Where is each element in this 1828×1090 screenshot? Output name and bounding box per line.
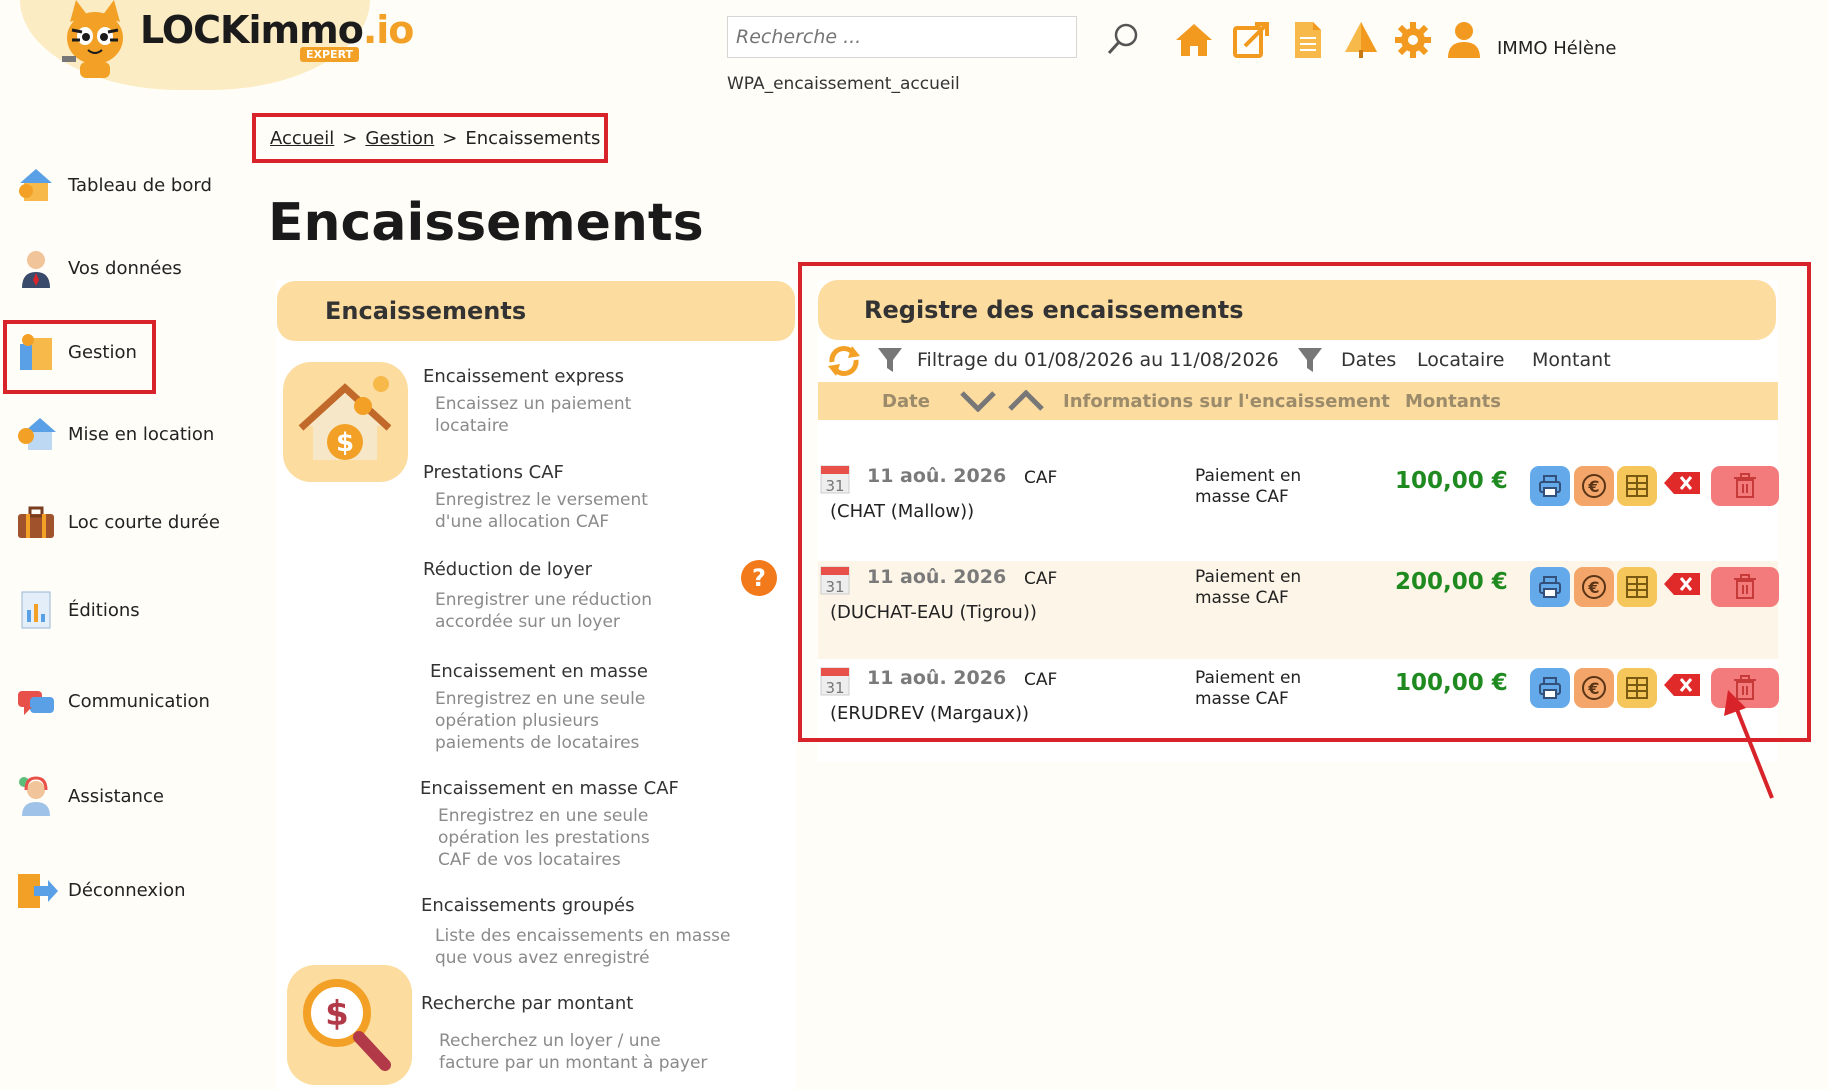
sidebar-item-label: Loc courte durée bbox=[68, 511, 220, 533]
suitcase-icon bbox=[18, 506, 54, 538]
sidebar-item-deconnexion[interactable]: Déconnexion bbox=[14, 868, 186, 912]
option-description: CAF de vos locataires bbox=[438, 850, 621, 870]
user-name[interactable]: IMMO Hélène bbox=[1497, 38, 1616, 59]
option-title[interactable]: Encaissement en masse bbox=[430, 661, 648, 682]
rental-icon bbox=[18, 418, 56, 450]
option-description: paiements de locataires bbox=[435, 733, 640, 753]
option-reduction-de-loyer[interactable]: Réduction de loyer Enregistrer une réduc… bbox=[423, 559, 652, 633]
breadcrumb-separator: > bbox=[442, 127, 458, 149]
option-title[interactable]: Prestations CAF bbox=[423, 462, 648, 483]
red-arrow-annotation bbox=[1724, 690, 1774, 799]
sidebar-item-label: Déconnexion bbox=[68, 879, 186, 901]
option-recherche-par-montant[interactable]: Recherche par montant Recherchez un loye… bbox=[421, 993, 707, 1074]
option-title[interactable]: Encaissement en masse CAF bbox=[420, 778, 679, 799]
option-description: facture par un montant à payer bbox=[439, 1053, 708, 1073]
logo-expert-badge: EXPERT bbox=[300, 47, 360, 62]
option-description: Encaissez un paiement bbox=[435, 394, 632, 414]
option-description: Enregistrez le versement bbox=[435, 490, 648, 510]
sidebar-item-label: Tableau de bord bbox=[68, 174, 212, 196]
sidebar-item-editions[interactable]: Éditions bbox=[14, 588, 140, 632]
breadcrumb-current: Encaissements bbox=[465, 127, 601, 149]
option-description: accordée sur un loyer bbox=[435, 612, 620, 632]
page-title: Encaissements bbox=[268, 193, 704, 253]
option-encaissement-en-masse[interactable]: Encaissement en masse Enregistrez en une… bbox=[430, 661, 648, 754]
search-input[interactable] bbox=[727, 16, 1077, 58]
option-prestations-caf[interactable]: Prestations CAF Enregistrez le versement… bbox=[423, 462, 648, 533]
option-description: opération les prestations bbox=[438, 828, 650, 848]
support-icon bbox=[19, 776, 50, 816]
option-title[interactable]: Encaissements groupés bbox=[421, 895, 731, 916]
amount-search-icon-tile[interactable]: $ bbox=[287, 965, 412, 1085]
sidebar-item-label: Assistance bbox=[68, 785, 164, 807]
option-encaissements-groupes[interactable]: Encaissements groupés Liste des encaisse… bbox=[421, 895, 731, 969]
option-description: Enregistrez en une seule bbox=[438, 806, 649, 826]
sidebar-item-label: Éditions bbox=[68, 599, 140, 621]
option-description: Enregistrez en une seule bbox=[435, 689, 646, 709]
option-title[interactable]: Encaissement express bbox=[423, 366, 631, 387]
breadcrumb: Accueil > Gestion > Encaissements bbox=[252, 113, 608, 163]
sidebar-item-communication[interactable]: Communication bbox=[14, 679, 210, 723]
tree-icon[interactable] bbox=[1341, 20, 1381, 60]
breadcrumb-home-link[interactable]: Accueil bbox=[270, 128, 334, 149]
register-highlight-box bbox=[798, 262, 1811, 742]
option-description: opération plusieurs bbox=[435, 711, 599, 731]
house-coin-icon: $ bbox=[298, 376, 392, 460]
document-icon[interactable] bbox=[1287, 20, 1327, 60]
help-icon[interactable]: ? bbox=[741, 560, 777, 596]
report-icon bbox=[21, 591, 51, 629]
cat-mascot-icon bbox=[62, 0, 123, 78]
gear-icon[interactable] bbox=[1393, 20, 1433, 60]
logo-wordmark[interactable]: LOCKimmo.io bbox=[140, 8, 414, 52]
express-payment-house-icon[interactable]: $ bbox=[283, 362, 408, 482]
option-title[interactable]: Recherche par montant bbox=[421, 993, 707, 1014]
home-icon[interactable] bbox=[1174, 20, 1214, 60]
external-link-icon[interactable] bbox=[1231, 20, 1271, 60]
option-description: locataire bbox=[435, 416, 509, 436]
option-encaissement-express[interactable]: Encaissement express Encaissez un paieme… bbox=[423, 366, 631, 437]
option-description: d'une allocation CAF bbox=[435, 512, 610, 532]
dashboard-icon bbox=[19, 169, 52, 201]
person-icon bbox=[22, 251, 50, 288]
svg-text:$: $ bbox=[336, 428, 354, 458]
page-code-label: WPA_encaissement_accueil bbox=[727, 74, 960, 94]
sidebar-item-label: Mise en location bbox=[68, 423, 215, 445]
sidebar-item-loc-courte-duree[interactable]: Loc courte durée bbox=[14, 500, 220, 544]
encaissements-panel-title: Encaissements bbox=[277, 281, 795, 341]
magnifier-dollar-icon: $ bbox=[303, 979, 391, 1071]
svg-text:$: $ bbox=[325, 994, 349, 1034]
option-encaissement-en-masse-caf[interactable]: Encaissement en masse CAF Enregistrez en… bbox=[420, 778, 679, 871]
sidebar-item-label: Vos données bbox=[68, 257, 182, 279]
user-icon[interactable] bbox=[1444, 20, 1484, 60]
breadcrumb-gestion-link[interactable]: Gestion bbox=[365, 128, 434, 149]
option-description: Enregistrer une réduction bbox=[435, 590, 653, 610]
sidebar-item-label: Communication bbox=[68, 690, 210, 712]
option-description: que vous avez enregistré bbox=[435, 948, 650, 968]
option-description: Liste des encaissements en masse bbox=[435, 926, 731, 946]
gestion-highlight-box bbox=[3, 320, 156, 394]
search-icon[interactable] bbox=[1106, 22, 1140, 56]
option-title[interactable]: Réduction de loyer bbox=[423, 559, 652, 580]
breadcrumb-separator: > bbox=[342, 127, 358, 149]
sidebar-item-vos-donnees[interactable]: Vos données bbox=[14, 246, 182, 290]
option-description: Recherchez un loyer / une bbox=[439, 1031, 661, 1051]
sidebar-item-assistance[interactable]: Assistance bbox=[14, 774, 164, 818]
logout-icon bbox=[18, 874, 58, 908]
chat-icon bbox=[18, 691, 54, 715]
sidebar-item-mise-en-location[interactable]: Mise en location bbox=[14, 412, 214, 456]
sidebar-item-dashboard[interactable]: Tableau de bord bbox=[14, 163, 212, 207]
